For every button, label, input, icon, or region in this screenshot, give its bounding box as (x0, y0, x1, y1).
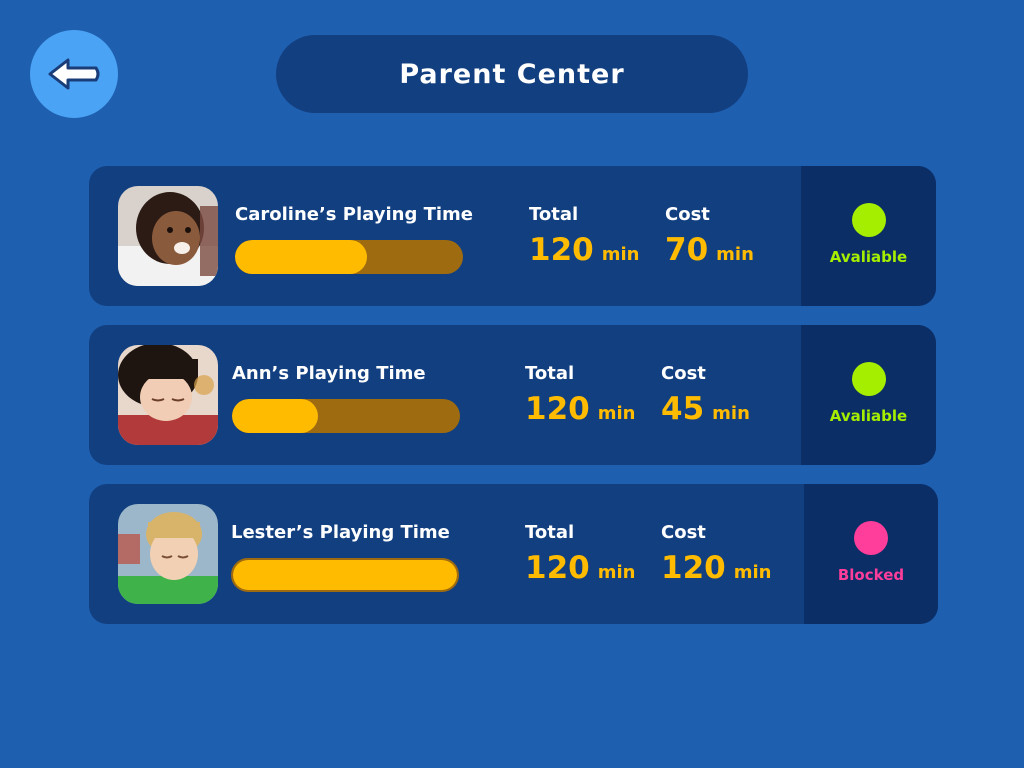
status-toggle[interactable]: Avaliable (801, 166, 936, 306)
status-toggle[interactable]: Blocked (804, 484, 938, 624)
avatar (118, 186, 218, 286)
total-unit: min (597, 562, 636, 583)
child-card-lester: Lester’s Playing Time Total 120 min Cost … (89, 484, 938, 624)
total-label: Total (529, 204, 579, 225)
playing-time-progress-fill (233, 560, 457, 590)
cost-number: 45 (661, 391, 705, 427)
cost-label: Cost (665, 204, 710, 225)
avatar (118, 504, 218, 604)
cost-value: 45 min (661, 391, 750, 427)
cost-unit: min (716, 244, 754, 265)
cost-unit: min (733, 562, 772, 583)
playing-time-progress-bar (232, 399, 460, 433)
back-button[interactable] (30, 30, 118, 118)
total-value: 120 min (525, 550, 635, 586)
status-toggle[interactable]: Avaliable (801, 325, 936, 465)
status-text: Avaliable (829, 248, 908, 266)
child-name-label: Caroline’s Playing Time (235, 204, 474, 225)
back-arrow-icon (48, 58, 100, 90)
total-number: 120 (525, 550, 590, 586)
status-indicator-dot (851, 362, 886, 396)
total-value: 120 min (529, 232, 639, 268)
total-label: Total (525, 363, 575, 384)
cost-unit: min (712, 403, 750, 424)
page-title-banner: Parent Center (276, 35, 748, 113)
cost-value: 70 min (665, 232, 754, 268)
total-unit: min (597, 403, 636, 424)
status-text: Blocked (837, 566, 905, 584)
child-name-label: Ann’s Playing Time (232, 363, 426, 384)
cost-number: 70 (665, 232, 709, 268)
parent-center-screen: Parent Center Caroline’s Playing Time To… (0, 0, 1024, 768)
child-name-label: Lester’s Playing Time (231, 522, 450, 543)
total-value: 120 min (525, 391, 635, 427)
status-indicator-dot (851, 203, 886, 237)
cost-label: Cost (661, 363, 706, 384)
cost-number: 120 (661, 550, 726, 586)
total-number: 120 (529, 232, 594, 268)
playing-time-progress-fill (232, 399, 318, 433)
status-text: Avaliable (829, 407, 908, 425)
total-number: 120 (525, 391, 590, 427)
child-card-caroline: Caroline’s Playing Time Total 120 min Cos… (89, 166, 936, 306)
avatar (118, 345, 218, 445)
cost-label: Cost (661, 522, 706, 543)
child-card-ann: Ann’s Playing Time Total 120 min Cost 45 m… (89, 325, 936, 465)
page-title: Parent Center (399, 58, 625, 90)
status-indicator-dot (854, 521, 888, 555)
total-unit: min (601, 244, 640, 265)
cost-value: 120 min (661, 550, 771, 586)
total-label: Total (525, 522, 575, 543)
playing-time-progress-bar (231, 558, 459, 592)
playing-time-progress-fill (235, 240, 368, 274)
playing-time-progress-bar (235, 240, 463, 274)
